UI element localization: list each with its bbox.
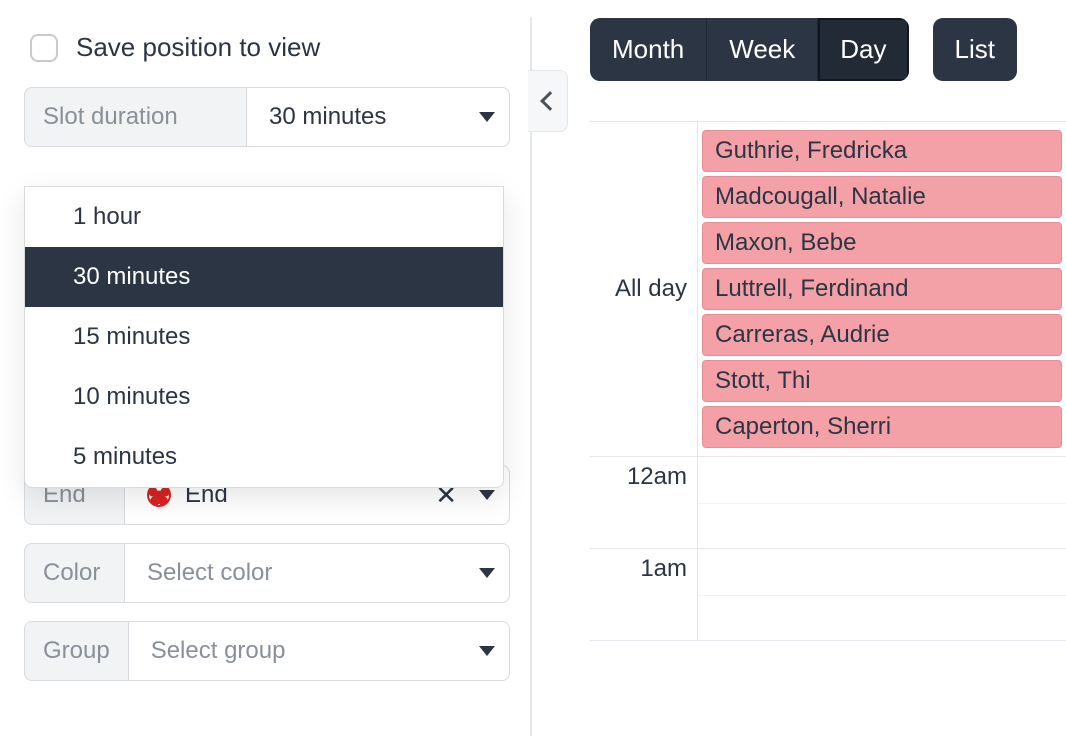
slot-duration-field: Slot duration 30 minutes	[24, 87, 510, 147]
all-day-events: Guthrie, Fredricka Madcougall, Natalie M…	[698, 122, 1066, 456]
settings-panel: Save position to view Slot duration 30 m…	[0, 0, 530, 736]
view-switcher: Month Week Day	[590, 18, 909, 81]
calendar-event[interactable]: Guthrie, Fredricka	[702, 130, 1062, 172]
app-root: Save position to view Slot duration 30 m…	[0, 0, 1066, 736]
chevron-down-icon	[479, 490, 495, 500]
view-day-button[interactable]: Day	[818, 18, 908, 81]
calendar-event[interactable]: Maxon, Bebe	[702, 222, 1062, 264]
slot-duration-select[interactable]: 30 minutes	[246, 87, 510, 147]
view-list-button[interactable]: List	[933, 18, 1017, 81]
save-position-label: Save position to view	[76, 32, 320, 63]
time-slot-row: 12am	[590, 457, 1066, 549]
calendar-event[interactable]: Luttrell, Ferdinand	[702, 268, 1062, 310]
color-placeholder: Select color	[147, 559, 272, 587]
color-label: Color	[24, 543, 124, 603]
group-placeholder: Select group	[151, 637, 286, 665]
view-month-button[interactable]: Month	[590, 18, 707, 81]
calendar-event[interactable]: Caperton, Sherri	[702, 406, 1062, 448]
collapse-panel-button[interactable]	[528, 70, 568, 132]
all-day-row: All day Guthrie, Fredricka Madcougall, N…	[590, 121, 1066, 457]
group-field: Group Select group	[24, 621, 510, 681]
view-week-button[interactable]: Week	[707, 18, 818, 81]
time-slot-row: 1am	[590, 549, 1066, 641]
time-slot[interactable]	[698, 549, 1066, 640]
chevron-down-icon	[479, 112, 495, 122]
calendar-event[interactable]: Carreras, Audrie	[702, 314, 1062, 356]
calendar-event[interactable]: Madcougall, Natalie	[702, 176, 1062, 218]
chevron-down-icon	[479, 568, 495, 578]
slot-duration-label: Slot duration	[24, 87, 246, 147]
chevron-down-icon	[479, 646, 495, 656]
color-field: Color Select color	[24, 543, 510, 603]
duration-option[interactable]: 10 minutes	[25, 367, 503, 427]
chevron-left-icon	[540, 91, 560, 111]
all-day-label: All day	[590, 122, 698, 456]
save-position-row: Save position to view	[30, 32, 510, 63]
calendar-panel: Month Week Day List All day Guthrie, Fre…	[530, 0, 1066, 736]
duration-option[interactable]: 5 minutes	[25, 427, 503, 487]
time-label: 12am	[590, 457, 698, 548]
time-label: 1am	[590, 549, 698, 640]
save-position-checkbox[interactable]	[30, 34, 58, 62]
calendar-grid: All day Guthrie, Fredricka Madcougall, N…	[590, 121, 1066, 736]
calendar-event[interactable]: Stott, Thi	[702, 360, 1062, 402]
duration-option[interactable]: 30 minutes	[25, 247, 503, 307]
duration-option[interactable]: 15 minutes	[25, 307, 503, 367]
slot-duration-dropdown: 1 hour 30 minutes 15 minutes 10 minutes …	[24, 186, 504, 488]
time-slot[interactable]	[698, 457, 1066, 548]
view-toolbar: Month Week Day List	[590, 18, 1066, 81]
color-select[interactable]: Select color	[124, 543, 510, 603]
group-select[interactable]: Select group	[128, 621, 510, 681]
duration-option[interactable]: 1 hour	[25, 187, 503, 247]
slot-duration-value: 30 minutes	[269, 103, 386, 131]
group-label: Group	[24, 621, 128, 681]
